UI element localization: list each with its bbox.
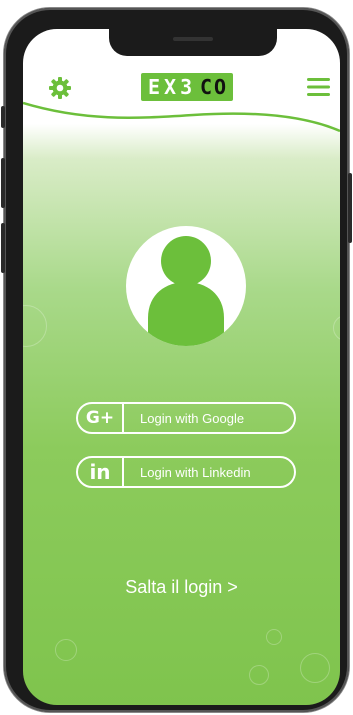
login-linkedin-button[interactable]: in Login with Linkedin (76, 456, 296, 488)
login-google-label: Login with Google (140, 410, 245, 426)
linkedin-icon: in (78, 458, 124, 486)
earpiece-speaker (173, 37, 213, 41)
login-linkedin-label: Login with Linkedin (140, 464, 251, 480)
decor-bubble (333, 315, 340, 341)
phone-notch (109, 29, 277, 56)
decor-bubble (55, 639, 77, 661)
power-button (348, 173, 352, 243)
decor-bubble (23, 305, 47, 347)
decor-bubble (249, 665, 269, 685)
skip-login-link[interactable]: Salta il login > (23, 577, 340, 598)
volume-up-button (1, 158, 5, 208)
mute-switch (1, 106, 5, 128)
volume-down-button (1, 223, 5, 273)
execo-logo: EX3 CO (141, 73, 233, 101)
app-screen: EX3 CO G+ Login with Google in Login wit… (23, 29, 340, 705)
logo-right-text: CO (200, 75, 229, 99)
hamburger-menu-icon[interactable] (307, 78, 330, 97)
user-avatar-icon (126, 226, 246, 346)
decor-bubble (300, 653, 330, 683)
google-plus-icon: G+ (78, 404, 124, 432)
logo-left-text: EX3 (148, 75, 197, 99)
phone-frame: EX3 CO G+ Login with Google in Login wit… (1, 8, 352, 712)
gear-icon[interactable] (48, 76, 72, 100)
login-google-button[interactable]: G+ Login with Google (76, 402, 296, 434)
decor-bubble (266, 629, 282, 645)
